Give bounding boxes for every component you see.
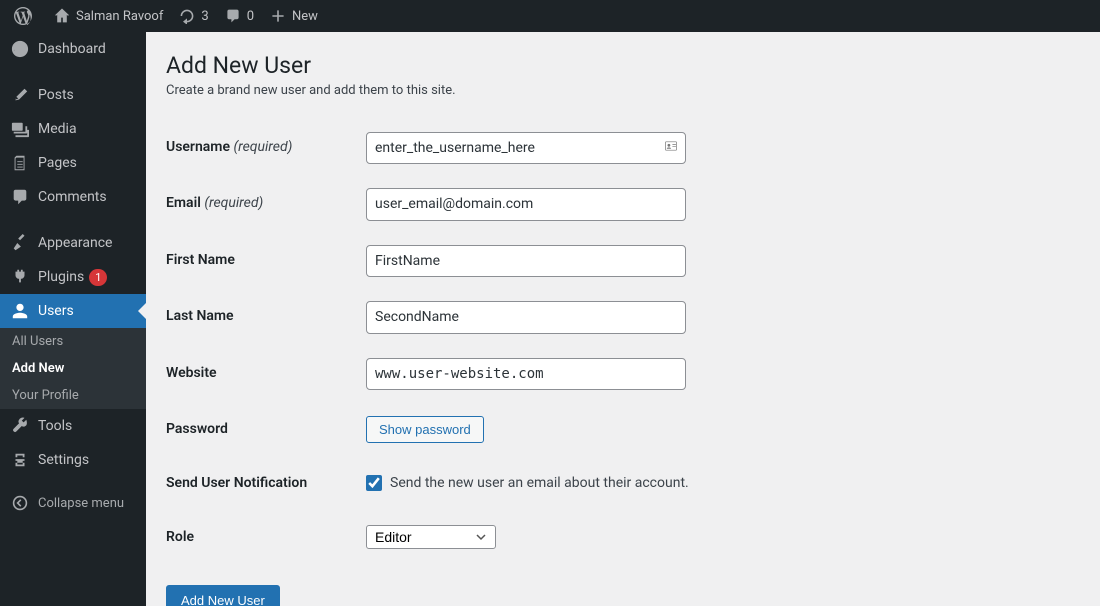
media-icon — [10, 120, 30, 138]
last-name-input[interactable] — [366, 301, 686, 333]
sidebar-item-pages[interactable]: Pages — [0, 146, 146, 180]
brush-icon — [10, 234, 30, 252]
pin-icon — [10, 86, 30, 104]
comments[interactable]: 0 — [217, 0, 262, 32]
collapse-label: Collapse menu — [38, 496, 124, 511]
sidebar-item-media[interactable]: Media — [0, 112, 146, 146]
page-icon — [10, 154, 30, 172]
page-title: Add New User — [166, 52, 1080, 79]
updates-count: 3 — [201, 9, 208, 24]
username-label: Username (required) — [166, 120, 366, 176]
comment-icon — [225, 8, 241, 24]
plugin-badge: 1 — [89, 269, 107, 286]
user-form: Username (required) Email (required) Fir… — [166, 120, 1080, 565]
sidebar-item-settings[interactable]: Settings — [0, 443, 146, 477]
dashboard-icon — [10, 40, 30, 58]
first-name-label: First Name — [166, 233, 366, 289]
wordpress-icon — [14, 7, 32, 25]
users-submenu: All Users Add New Your Profile — [0, 328, 146, 409]
sidebar-item-label: Appearance — [38, 235, 112, 251]
sidebar-item-users[interactable]: Users — [0, 294, 146, 328]
sidebar-item-tools[interactable]: Tools — [0, 409, 146, 443]
role-select[interactable]: Editor — [366, 525, 496, 549]
site-name[interactable]: Salman Ravoof — [46, 0, 171, 32]
website-label: Website — [166, 346, 366, 402]
updates-icon — [179, 8, 195, 24]
comments-count: 0 — [247, 9, 254, 24]
sidebar-item-label: Dashboard — [38, 41, 106, 57]
sidebar-item-label: Tools — [38, 418, 72, 434]
collapse-icon — [10, 495, 30, 511]
plus-icon — [270, 8, 286, 24]
site-name-text: Salman Ravoof — [76, 9, 163, 24]
username-input[interactable] — [366, 132, 686, 164]
sidebar-item-comments[interactable]: Comments — [0, 180, 146, 214]
notification-checkbox-label[interactable]: Send the new user an email about their a… — [390, 475, 689, 491]
email-label: Email (required) — [166, 176, 366, 232]
sidebar-item-appearance[interactable]: Appearance — [0, 226, 146, 260]
plug-icon — [10, 268, 30, 286]
show-password-button[interactable]: Show password — [366, 416, 484, 443]
role-label: Role — [166, 510, 366, 564]
last-name-label: Last Name — [166, 289, 366, 345]
submenu-all-users[interactable]: All Users — [0, 328, 146, 355]
home-icon — [54, 8, 70, 24]
submenu-add-new[interactable]: Add New — [0, 355, 146, 382]
comment-icon — [10, 188, 30, 206]
sidebar-item-plugins[interactable]: Plugins 1 — [0, 260, 146, 294]
sidebar-item-label: Pages — [38, 155, 77, 171]
sidebar-item-label: Posts — [38, 87, 74, 103]
admin-bar: Salman Ravoof 3 0 New — [0, 0, 1100, 32]
updates[interactable]: 3 — [171, 0, 216, 32]
sidebar-item-label: Media — [38, 121, 77, 137]
sidebar-item-label: Plugins — [38, 269, 84, 285]
add-new-user-button[interactable]: Add New User — [166, 585, 280, 606]
admin-sidebar: Dashboard Posts Media Pages Comments App… — [0, 32, 146, 606]
user-icon — [10, 302, 30, 320]
password-label: Password — [166, 402, 366, 456]
wrench-icon — [10, 417, 30, 435]
sidebar-item-label: Settings — [38, 452, 89, 468]
collapse-menu[interactable]: Collapse menu — [0, 487, 146, 519]
sidebar-item-label: Comments — [38, 189, 107, 205]
sidebar-item-label: Users — [38, 303, 74, 319]
notification-label: Send User Notification — [166, 456, 366, 510]
new-content[interactable]: New — [262, 0, 326, 32]
sidebar-item-dashboard[interactable]: Dashboard — [0, 32, 146, 66]
submenu-your-profile[interactable]: Your Profile — [0, 382, 146, 409]
sliders-icon — [10, 451, 30, 469]
main-content: Add New User Create a brand new user and… — [146, 32, 1100, 606]
sidebar-item-posts[interactable]: Posts — [0, 78, 146, 112]
first-name-input[interactable] — [366, 245, 686, 277]
email-input[interactable] — [366, 188, 686, 220]
new-label: New — [292, 9, 318, 24]
page-description: Create a brand new user and add them to … — [166, 83, 1080, 98]
wp-logo[interactable] — [6, 0, 46, 32]
notification-checkbox[interactable] — [366, 475, 382, 491]
website-input[interactable] — [366, 358, 686, 390]
